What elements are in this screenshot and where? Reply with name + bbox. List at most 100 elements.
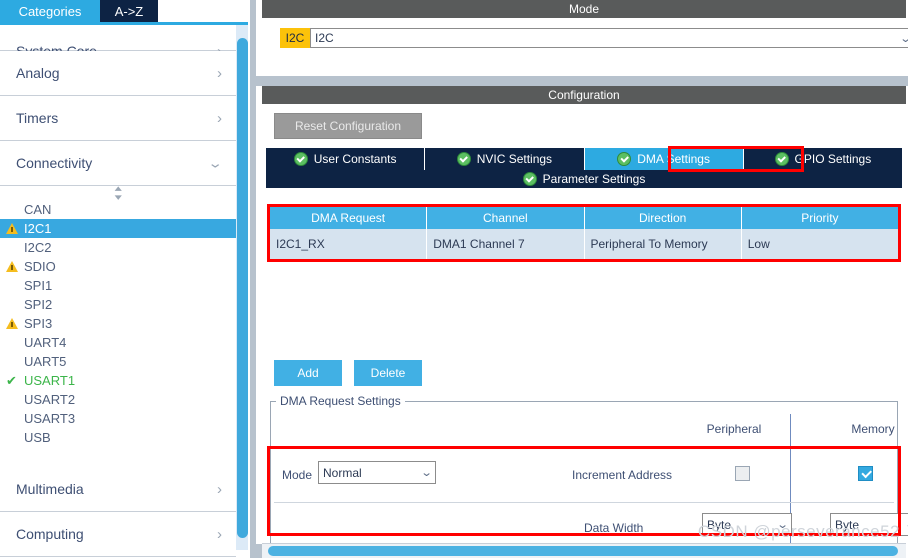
- category-timers-label: Timers: [16, 110, 59, 126]
- cell-priority: Low: [747, 237, 770, 251]
- bottom-category-group: Multimedia › Computing › Middleware and …: [0, 467, 236, 558]
- dma-request-settings-legend: DMA Request Settings: [276, 394, 405, 408]
- tab-nvic-settings[interactable]: NVIC Settings: [425, 148, 585, 170]
- configuration-section-header: Configuration: [262, 86, 906, 104]
- chevron-down-icon: ⌄: [420, 467, 433, 479]
- mode-field-label: Mode: [282, 468, 313, 482]
- peripheral-label: SPI3: [24, 316, 53, 331]
- configuration-tabbar: User Constants NVIC Settings DMA Setting…: [266, 148, 902, 170]
- column-header-priority[interactable]: Priority: [741, 207, 898, 229]
- left-panel: Categories A->Z System Core › Analog › T…: [0, 0, 250, 558]
- memory-column-header: Memory: [851, 422, 895, 436]
- peripheral-item-usb[interactable]: USB: [0, 428, 236, 447]
- mode-row: I2C I2C ⌄: [280, 28, 908, 48]
- peripheral-item-i2c1[interactable]: I2C1: [0, 219, 236, 238]
- tab-a-to-z[interactable]: A->Z: [100, 0, 158, 22]
- peripheral-item-can[interactable]: CAN: [0, 200, 236, 219]
- column-header-direction[interactable]: Direction: [584, 207, 742, 229]
- peripheral-item-usart3[interactable]: USART3: [0, 409, 236, 428]
- category-multimedia-label: Multimedia: [16, 481, 84, 497]
- peripheral-column-header: Peripheral: [706, 422, 762, 436]
- warning-icon: [6, 259, 21, 274]
- chevron-down-icon: ⌄: [904, 518, 908, 531]
- chevron-down-icon: ⌄: [207, 155, 224, 171]
- reset-configuration-label: Reset Configuration: [294, 119, 402, 133]
- warning-icon: [6, 221, 21, 236]
- data-width-memory-value: Byte: [835, 517, 860, 532]
- increment-address-label: Increment Address: [572, 468, 673, 482]
- tab-parameter-settings[interactable]: Parameter Settings: [266, 170, 902, 188]
- peripheral-item-sdio[interactable]: SDIO: [0, 257, 236, 276]
- category-computing-label: Computing: [16, 526, 84, 542]
- peripheral-label: SDIO: [24, 259, 56, 274]
- list-scroll-spinner[interactable]: ▴ ▾: [0, 184, 236, 202]
- horizontal-scrollbar-thumb[interactable]: [268, 546, 898, 556]
- peripheral-item-usart2[interactable]: USART2: [0, 390, 236, 409]
- chevron-down-icon: ⌄: [776, 519, 789, 531]
- warning-icon: [6, 316, 21, 331]
- chevron-right-icon: ›: [217, 480, 222, 498]
- section-gap: [256, 76, 908, 86]
- peripheral-item-i2c2[interactable]: I2C2: [0, 238, 236, 257]
- peripheral-label: CAN: [24, 202, 52, 217]
- peripheral-list: CAN I2C1 I2C2 SDIO SPI1 SPI2 SPI3 UART4 …: [0, 200, 236, 447]
- category-analog-label: Analog: [16, 65, 60, 81]
- table-row[interactable]: I2C1_RX DMA1 Channel 7 Peripheral To Mem…: [270, 229, 898, 259]
- increment-address-peripheral-checkbox[interactable]: [735, 466, 750, 481]
- check-circle-icon: [617, 152, 632, 166]
- increment-address-memory-checkbox[interactable]: [858, 466, 873, 481]
- category-system-core[interactable]: System Core ›: [0, 25, 236, 59]
- left-vertical-scrollbar-thumb[interactable]: [237, 38, 248, 538]
- category-multimedia[interactable]: Multimedia ›: [0, 467, 236, 512]
- peripheral-label: USB: [24, 430, 51, 445]
- tab-categories-label: Categories: [18, 3, 82, 19]
- category-connectivity[interactable]: Connectivity ⌄: [0, 141, 236, 186]
- peripheral-label: USART3: [24, 411, 76, 426]
- mode-select-value: I2C: [315, 31, 334, 45]
- peripheral-item-spi2[interactable]: SPI2: [0, 295, 236, 314]
- tab-categories[interactable]: Categories: [0, 0, 100, 22]
- delete-button[interactable]: Delete: [354, 360, 422, 386]
- peripheral-item-spi1[interactable]: SPI1: [0, 276, 236, 295]
- category-timers[interactable]: Timers ›: [0, 96, 236, 141]
- column-header-dma-request[interactable]: DMA Request: [270, 207, 428, 229]
- dma-mode-select[interactable]: Normal ⌄: [318, 461, 436, 484]
- tab-a-to-z-label: A->Z: [114, 3, 144, 19]
- peripheral-item-uart4[interactable]: UART4: [0, 333, 236, 352]
- data-width-label: Data Width: [584, 521, 644, 535]
- tabbar-filler: [158, 0, 250, 22]
- left-panel-tabbar: Categories A->Z: [0, 0, 250, 22]
- cell-direction: Peripheral To Memory: [585, 229, 742, 259]
- peripheral-label: I2C1: [24, 221, 52, 236]
- tab-user-constants[interactable]: User Constants: [266, 148, 426, 170]
- reset-configuration-button[interactable]: Reset Configuration: [274, 113, 422, 139]
- category-connectivity-label: Connectivity: [16, 155, 93, 171]
- peripheral-label: USART1: [24, 373, 76, 388]
- check-circle-icon: [774, 152, 789, 166]
- peripheral-label: USART2: [24, 392, 76, 407]
- configuration-section-title: Configuration: [548, 88, 620, 102]
- peripheral-item-uart5[interactable]: UART5: [0, 352, 236, 371]
- category-analog[interactable]: Analog ›: [0, 51, 236, 96]
- mode-select[interactable]: I2C ⌄: [310, 28, 908, 48]
- dma-table-header-row: DMA Request Channel Direction Priority: [270, 207, 898, 229]
- tab-nvic-settings-label: NVIC Settings: [476, 152, 553, 166]
- category-computing[interactable]: Computing ›: [0, 512, 236, 557]
- peripheral-item-spi3[interactable]: SPI3: [0, 314, 236, 333]
- scrollbar-corner: [256, 544, 262, 558]
- data-width-peripheral-value: Byte: [707, 517, 732, 532]
- mode-section-body: I2C I2C ⌄: [262, 18, 908, 76]
- tab-dma-settings[interactable]: DMA Settings: [584, 148, 744, 170]
- cell-channel: DMA1 Channel 7: [427, 229, 585, 259]
- tab-gpio-settings[interactable]: GPIO Settings: [744, 148, 902, 170]
- data-width-memory-select[interactable]: Byte ⌄: [830, 513, 908, 536]
- peripheral-label: UART4: [24, 335, 67, 350]
- column-header-channel[interactable]: Channel: [427, 207, 585, 229]
- right-panel: Mode I2C I2C ⌄ Configuration Reset Confi…: [256, 0, 908, 558]
- add-button-label: Add: [297, 366, 319, 380]
- data-width-peripheral-select[interactable]: Byte ⌄: [702, 513, 792, 536]
- add-button[interactable]: Add: [274, 360, 342, 386]
- peripheral-item-usart1[interactable]: ✔ USART1: [0, 371, 236, 390]
- tab-parameter-settings-label: Parameter Settings: [542, 172, 646, 186]
- chevron-right-icon: ›: [217, 64, 222, 82]
